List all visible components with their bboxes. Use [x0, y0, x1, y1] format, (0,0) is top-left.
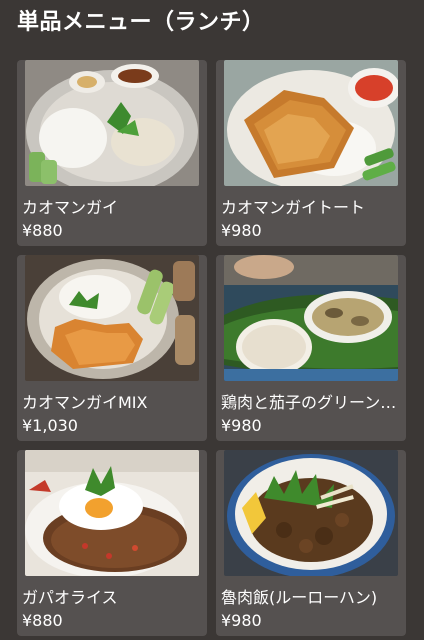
menu-item-price: ¥880 [22, 611, 63, 630]
menu-item-price: ¥1,030 [22, 416, 78, 435]
menu-item-card[interactable]: 鶏肉と茄子のグリーンカレー ¥980 [216, 255, 406, 441]
menu-item-card[interactable]: 魯肉飯(ルーローハン) ¥980 [216, 450, 406, 636]
gapao-rice-photo [25, 450, 199, 576]
khao-man-gai-tod-photo [224, 60, 398, 186]
menu-item-card[interactable]: カオマンガイMIX ¥1,030 [17, 255, 207, 441]
menu-item-price: ¥980 [221, 221, 262, 240]
menu-item-price: ¥880 [22, 221, 63, 240]
menu-item-price: ¥980 [221, 611, 262, 630]
lu-rou-fan-photo [224, 450, 398, 576]
menu-item-card[interactable]: カオマンガイ ¥880 [17, 60, 207, 246]
menu-item-card[interactable]: カオマンガイトート ¥980 [216, 60, 406, 246]
khao-man-gai-photo [25, 60, 199, 186]
green-curry-photo [224, 255, 398, 381]
menu-item-price: ¥980 [221, 416, 262, 435]
page-title: 単品メニュー（ランチ） [17, 10, 265, 35]
khao-man-gai-mix-photo [25, 255, 199, 381]
menu-item-name: 魯肉飯(ルーローハン) [221, 588, 378, 607]
menu-item-name: 鶏肉と茄子のグリーンカレー [221, 393, 401, 412]
menu-item-name: カオマンガイトート [221, 198, 366, 217]
menu-item-card[interactable]: ガパオライス ¥880 [17, 450, 207, 636]
menu-item-name: ガパオライス [22, 588, 118, 607]
menu-item-name: カオマンガイ [22, 198, 119, 217]
menu-item-name: カオマンガイMIX [22, 393, 148, 412]
